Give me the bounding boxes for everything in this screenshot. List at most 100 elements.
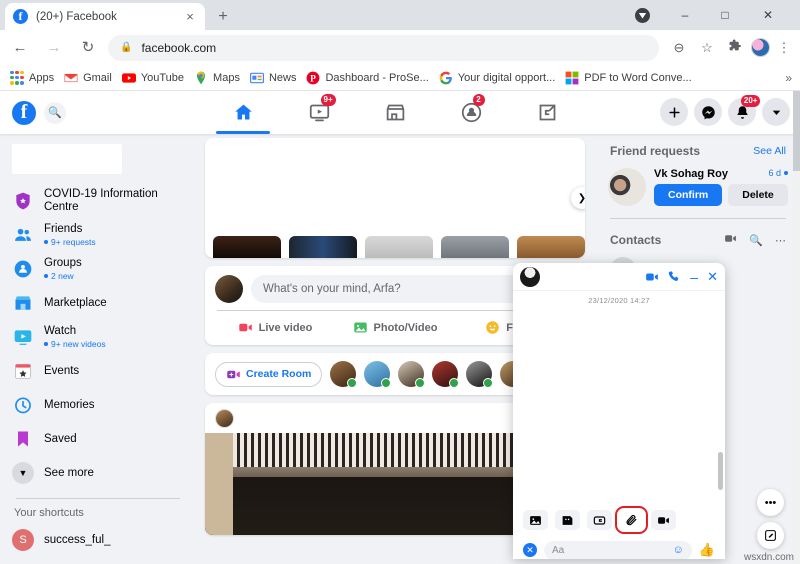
back-icon[interactable]: ← (6, 34, 34, 62)
bookmark-news[interactable]: News (249, 71, 296, 85)
camera-icon[interactable] (651, 510, 676, 530)
story-thumbnails (213, 236, 585, 258)
create-room-button[interactable]: Create Room (215, 361, 323, 387)
bookmark-label: Gmail (83, 71, 112, 84)
browser-tab[interactable]: f (20+) Facebook × (5, 3, 205, 30)
minimize-icon[interactable]: – (690, 270, 698, 284)
story-item[interactable] (517, 236, 585, 258)
minimize-icon[interactable]: – (665, 0, 705, 30)
avatar[interactable] (520, 266, 540, 287)
reload-icon[interactable]: ↻ (74, 34, 102, 62)
chat-scrollbar-thumb[interactable] (718, 452, 723, 490)
maps-icon (196, 71, 206, 84)
maximize-icon[interactable]: □ (705, 0, 745, 30)
page-scrollbar-thumb[interactable] (793, 91, 800, 171)
create-button[interactable] (660, 98, 688, 126)
chrome-menu-icon[interactable]: ⋮ (774, 40, 794, 56)
live-video-button[interactable]: Live video (215, 314, 335, 341)
photo-icon[interactable] (523, 510, 548, 530)
stories-next-icon[interactable]: ❯ (571, 187, 585, 209)
chrome-profile-icon[interactable] (635, 8, 650, 23)
sidebar-item-sub: 9+ requests (44, 236, 96, 248)
tab-groups[interactable]: 2 (433, 91, 509, 134)
sidebar-item-label: COVID-19 Information Centre (44, 188, 158, 213)
see-all-link[interactable]: See All (753, 145, 786, 157)
bookmark-gmail[interactable]: Gmail (64, 71, 112, 85)
story-item[interactable] (441, 236, 509, 258)
bookmark-dashboard[interactable]: P Dashboard - ProSe... (306, 71, 429, 85)
tab-watch[interactable]: 9+ (281, 91, 357, 134)
bookmark-label: Maps (213, 71, 240, 84)
close-icon[interactable]: ✕ (523, 543, 537, 557)
sidebar-item-saved[interactable]: Saved (4, 422, 192, 456)
bookmark-pdf-converter[interactable]: PDF to Word Conve... (565, 71, 692, 85)
bookmark-apps[interactable]: Apps (10, 70, 54, 85)
voice-call-icon[interactable] (668, 270, 681, 283)
attachment-paperclip-icon[interactable] (615, 506, 648, 534)
search-icon[interactable]: 🔍 (44, 102, 66, 124)
close-icon[interactable]: ✕ (707, 270, 718, 283)
sidebar-item-friends[interactable]: Friends 9+ requests (4, 218, 192, 252)
new-message-button[interactable] (757, 522, 784, 549)
sticker-icon[interactable] (555, 510, 580, 530)
sidebar-item-marketplace[interactable]: Marketplace (4, 286, 192, 320)
bookmark-youtube[interactable]: YouTube (121, 71, 184, 85)
avatar (215, 275, 243, 303)
account-button[interactable] (762, 98, 790, 126)
avatar[interactable] (608, 168, 646, 206)
bookmarks-overflow-icon[interactable]: » (785, 71, 792, 85)
chat-message-area[interactable]: 23/12/2020 14:27 (513, 290, 725, 504)
left-sidebar: COVID-19 Information Centre Friends 9+ r… (0, 134, 196, 564)
address-bar[interactable]: 🔒 facebook.com (108, 34, 659, 61)
zoom-icon[interactable]: ⊖ (667, 36, 691, 60)
bookmark-star-icon[interactable]: ☆ (695, 36, 719, 60)
profile-placeholder (12, 144, 122, 174)
page-scrollbar[interactable] (793, 91, 800, 564)
tab-gaming[interactable] (509, 91, 585, 134)
bookmarks-bar: Apps Gmail YouTube Maps News P Dashboard… (0, 65, 800, 91)
bookmark-maps[interactable]: Maps (194, 71, 240, 85)
plus-icon (668, 106, 680, 118)
video-room-icon[interactable] (724, 232, 737, 248)
story-item[interactable] (289, 236, 357, 258)
extensions-puzzle-icon[interactable] (723, 36, 747, 60)
story-item[interactable] (365, 236, 433, 258)
notifications-button[interactable]: 20+ (728, 95, 761, 126)
contact-avatar[interactable] (398, 361, 426, 388)
more-options-icon[interactable]: ⋯ (775, 234, 786, 247)
contact-avatar[interactable] (330, 361, 358, 388)
tab-marketplace[interactable] (357, 91, 433, 134)
message-input[interactable]: Aa ☺ (544, 540, 692, 559)
chat-scrollbar[interactable] (718, 291, 723, 504)
search-icon[interactable]: 🔍 (749, 234, 763, 247)
contact-avatar[interactable] (364, 361, 392, 388)
contact-avatar[interactable] (432, 361, 460, 388)
contact-avatar[interactable] (466, 361, 494, 388)
sidebar-item-watch[interactable]: Watch 9+ new videos (4, 320, 192, 354)
sidebar-shortcut-success-ful[interactable]: S success_ful_ (4, 523, 192, 557)
video-call-icon[interactable] (645, 270, 659, 284)
tab-home[interactable] (205, 91, 281, 134)
sidebar-item-see-more[interactable]: ▼ See more (4, 456, 192, 490)
story-item[interactable] (213, 236, 281, 258)
gif-icon[interactable] (587, 510, 612, 530)
sidebar-item-events[interactable]: Events (4, 354, 192, 388)
messenger-icon (701, 105, 715, 119)
emoji-icon[interactable]: ☺ (673, 544, 684, 556)
delete-button[interactable]: Delete (728, 184, 788, 206)
sidebar-item-memories[interactable]: Memories (4, 388, 192, 422)
new-tab-button[interactable]: + (213, 7, 233, 27)
close-icon[interactable]: × (183, 9, 197, 24)
bookmark-digital-opportunity[interactable]: Your digital opport... (439, 71, 555, 85)
messenger-button[interactable] (694, 98, 722, 126)
photo-video-button[interactable]: Photo/Video (335, 314, 455, 341)
sidebar-item-groups[interactable]: Groups 2 new (4, 252, 192, 286)
confirm-button[interactable]: Confirm (654, 184, 723, 206)
sidebar-item-covid[interactable]: COVID-19 Information Centre (4, 184, 192, 218)
close-icon[interactable]: ✕ (748, 0, 788, 30)
like-thumb-icon[interactable]: 👍 (699, 542, 715, 558)
forward-icon[interactable]: → (40, 34, 68, 62)
avatar[interactable] (751, 38, 770, 57)
facebook-logo-icon[interactable]: f (12, 101, 36, 125)
more-options-button[interactable]: ••• (757, 489, 784, 516)
